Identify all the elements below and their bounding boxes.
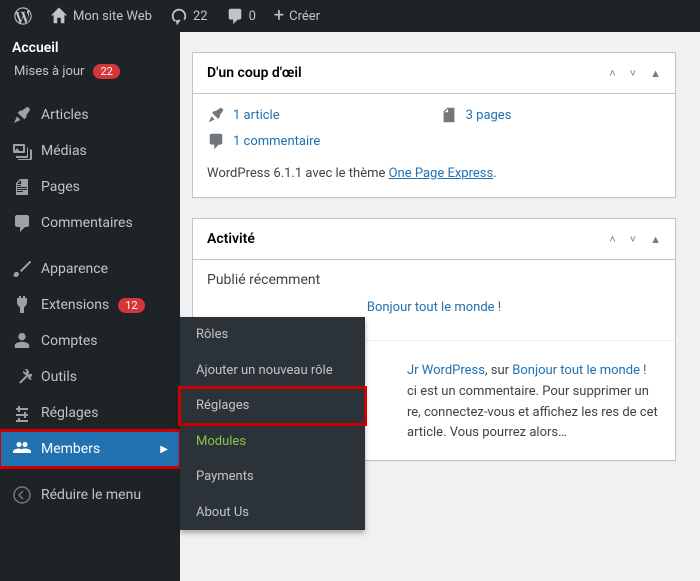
glance-comments[interactable]: 1 commentaire [207,132,320,150]
wp-logo[interactable] [8,7,38,25]
menu-updates-label: Mises à jour [14,64,84,79]
updates-link[interactable]: 22 [164,7,214,25]
home-icon [50,7,68,25]
plus-icon: + [274,7,284,25]
menu-label: Members [41,441,100,457]
menu-updates[interactable]: Mises à jour 22 [0,60,180,87]
menu-label: Pages [41,179,80,195]
glance-header: D'un coup d'œil ˄ ˅ ▲ [193,53,675,94]
members-submenu: Rôles Ajouter un nouveau rôle Réglages M… [180,317,365,530]
box-controls: ˄ ˅ ▲ [609,67,661,80]
activity-header: Activité ˄ ˅ ▲ [193,219,675,260]
glance-title: D'un coup d'œil [207,65,302,81]
glance-article-link[interactable]: 1 article [233,108,280,123]
menu-label: Apparence [41,261,108,277]
admin-toolbar: Mon site Web 22 0 + Créer [0,0,700,32]
create-label: Créer [289,9,320,24]
menu-settings[interactable]: Réglages [0,395,180,431]
tools-icon [12,367,32,387]
menu-label: Outils [41,369,77,385]
site-home-link[interactable]: Mon site Web [44,7,158,25]
menu-label: Articles [41,107,89,123]
menu-media[interactable]: Médias [0,133,180,169]
updates-badge: 22 [93,64,119,79]
refresh-icon [170,7,188,25]
page-icon [440,106,458,124]
menu-comments[interactable]: Commentaires [0,205,180,241]
submenu-add-role[interactable]: Ajouter un nouveau rôle [180,353,365,389]
collapse-label: Réduire le menu [41,487,141,503]
members-icon [12,439,32,459]
submenu-roles[interactable]: Rôles [180,317,365,353]
menu-extensions[interactable]: Extensions 12 [0,287,180,323]
comment-post-link[interactable]: Bonjour tout le monde ! [512,363,646,378]
version-line: WordPress 6.1.1 avec le thème One Page E… [207,166,661,181]
menu-label: Réglages [41,405,98,421]
menu-articles[interactable]: Articles [0,97,180,133]
submenu-modules[interactable]: Modules [180,424,365,460]
recent-heading: Publié récemment [207,272,661,288]
brush-icon [12,259,32,279]
media-icon [12,141,32,161]
move-down-icon[interactable]: ˅ [630,233,636,246]
pin-icon [12,105,32,125]
pin-icon [207,106,225,124]
menu-home[interactable]: Accueil [0,32,180,60]
updates-count: 22 [193,9,208,24]
plugin-icon [12,295,32,315]
menu-appearance[interactable]: Apparence [0,251,180,287]
site-name: Mon site Web [73,9,152,24]
menu-label: Commentaires [41,215,133,231]
theme-link[interactable]: One Page Express [389,166,494,181]
admin-sidebar: Accueil Mises à jour 22 Articles Médias … [0,32,180,581]
menu-label: Extensions [41,297,109,313]
glance-pages[interactable]: 3 pages [440,106,512,124]
menu-pages[interactable]: Pages [0,169,180,205]
toggle-icon[interactable]: ▲ [650,233,661,246]
user-icon [12,331,32,351]
comments-count: 0 [249,9,256,24]
menu-members[interactable]: Members ▶ [0,431,180,467]
comment-body: ci est un commentaire. Pour supprimer un… [407,384,658,441]
comment-author-link[interactable]: Jr WordPress [407,363,485,378]
box-controls: ˄ ˅ ▲ [609,233,661,246]
comment-mid: , sur [485,363,512,378]
glance-box: D'un coup d'œil ˄ ˅ ▲ 1 article 3 pages [192,52,676,198]
version-suffix: . [493,166,496,181]
settings-icon [12,403,32,423]
menu-label: Médias [41,143,87,159]
menu-users[interactable]: Comptes [0,323,180,359]
comment-icon [12,213,32,233]
collapse-icon [12,485,32,505]
glance-articles[interactable]: 1 article [207,106,280,124]
menu-tools[interactable]: Outils [0,359,180,395]
comment-icon [207,132,225,150]
glance-pages-link[interactable]: 3 pages [466,108,512,123]
toggle-icon[interactable]: ▲ [650,67,661,80]
move-up-icon[interactable]: ˄ [609,233,615,246]
move-down-icon[interactable]: ˅ [630,67,636,80]
version-prefix: WordPress 6.1.1 avec le thème [207,166,389,181]
wordpress-icon [14,7,32,25]
activity-title: Activité [207,231,255,247]
create-link[interactable]: + Créer [268,7,326,25]
collapse-menu[interactable]: Réduire le menu [0,477,180,513]
chevron-right-icon: ▶ [160,444,168,455]
menu-label: Comptes [41,333,97,349]
extensions-badge: 12 [118,298,144,313]
move-up-icon[interactable]: ˄ [609,67,615,80]
submenu-about[interactable]: About Us [180,495,365,531]
comments-link[interactable]: 0 [220,7,262,25]
submenu-settings[interactable]: Réglages [180,388,365,424]
submenu-payments[interactable]: Payments [180,459,365,495]
page-icon [12,177,32,197]
comment-icon [226,7,244,25]
glance-comment-link[interactable]: 1 commentaire [233,134,320,149]
